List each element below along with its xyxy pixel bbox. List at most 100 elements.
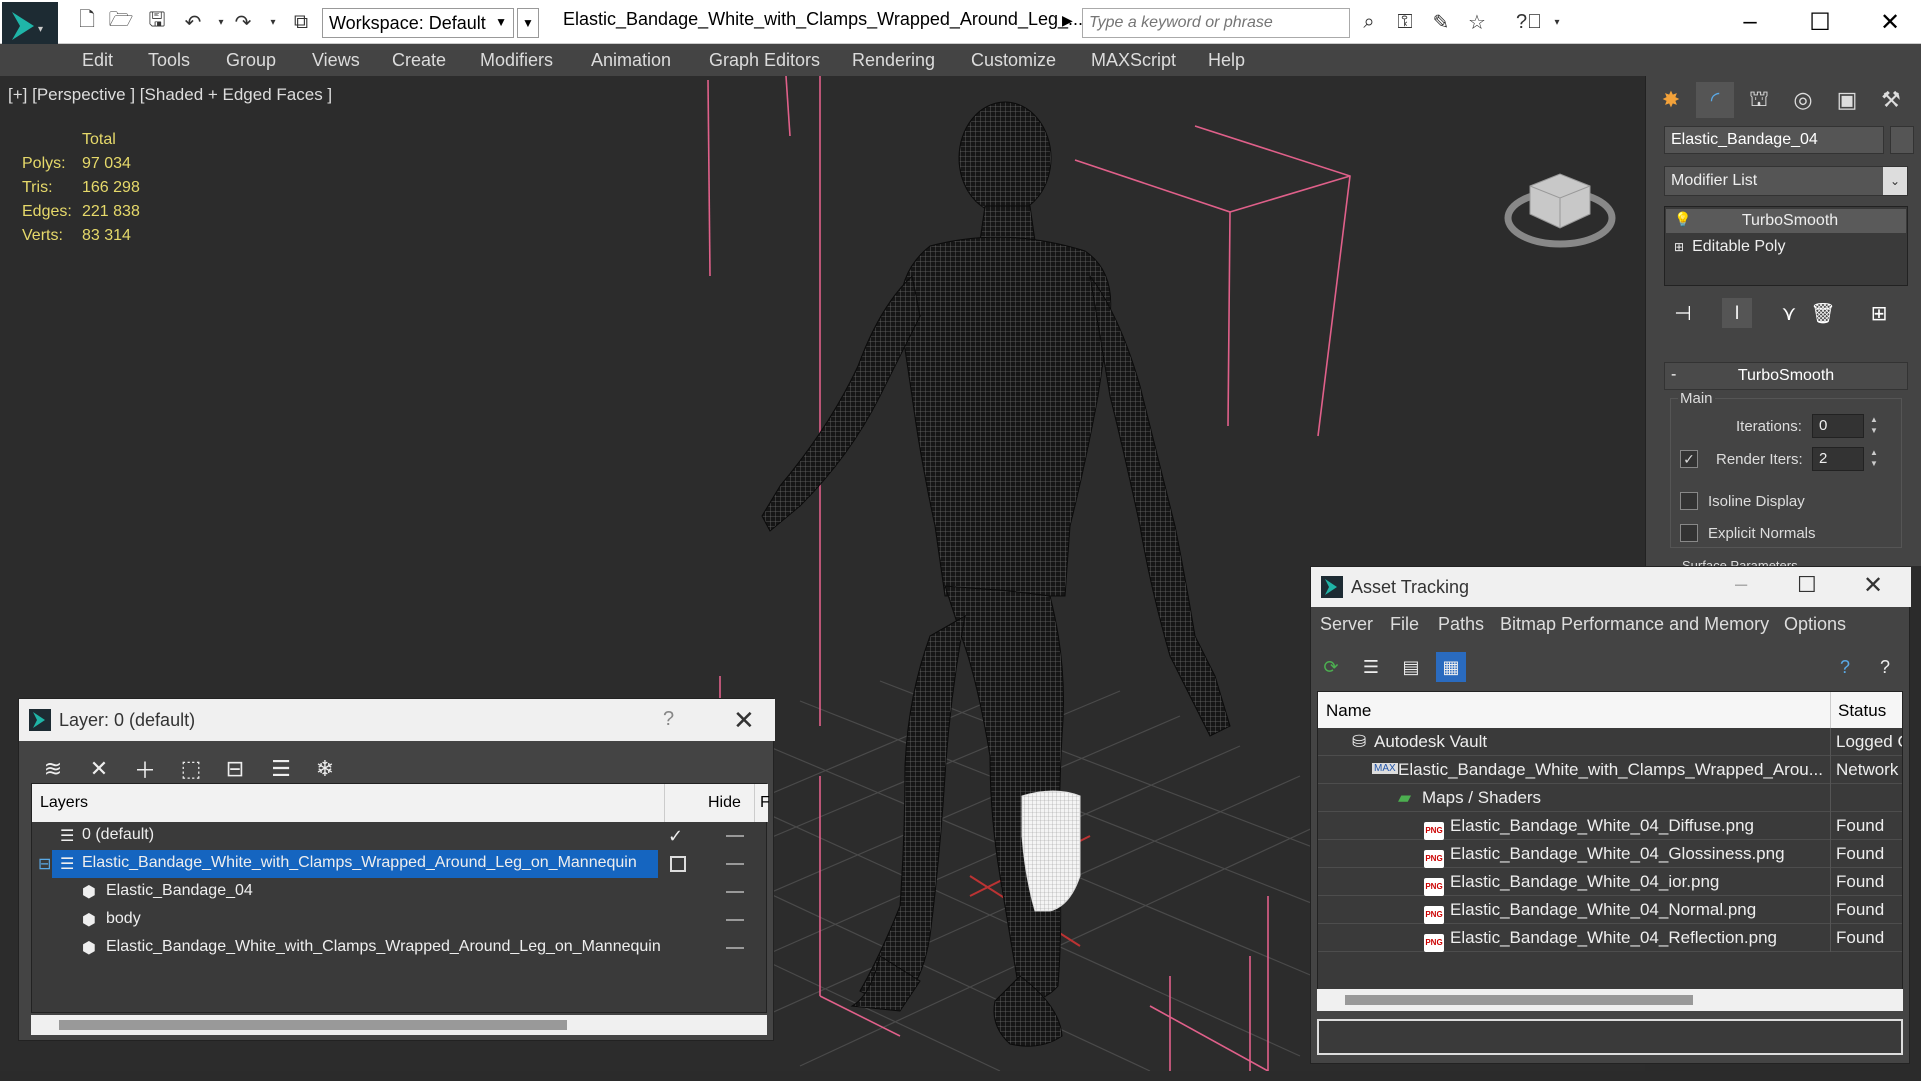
configure-modifier-sets-icon[interactable]: ⊞	[1864, 298, 1894, 328]
spinner-arrows-icon[interactable]: ▲ ▼	[1868, 414, 1880, 438]
asset-dialog-titlebar[interactable]: Asset Tracking – ☐ ✕	[1311, 567, 1911, 607]
menu-tools[interactable]: Tools	[148, 50, 190, 71]
render-iters-checkbox[interactable]: ✓	[1680, 450, 1698, 468]
help-icon[interactable]: ?⃝	[1516, 10, 1542, 34]
horizontal-scrollbar[interactable]	[31, 1015, 767, 1035]
col-status[interactable]: Status	[1838, 701, 1886, 721]
iterations-spinner[interactable]: 0	[1812, 414, 1864, 438]
layer-row-selected[interactable]: ⊟ ☰ Elastic_Bandage_White_with_Clamps_Wr…	[32, 850, 768, 878]
menu-modifiers[interactable]: Modifiers	[480, 50, 553, 71]
asset-row[interactable]: PNG Elastic_Bandage_White_04_Reflection.…	[1318, 924, 1902, 952]
hide-toggle[interactable]	[726, 947, 744, 949]
menu-maxscript[interactable]: MAXScript	[1091, 50, 1176, 71]
menu-customize[interactable]: Customize	[971, 50, 1056, 71]
redo-dropdown-icon[interactable]: ▾	[260, 10, 286, 34]
save-icon[interactable]: 🖫	[144, 9, 170, 34]
table-view-icon[interactable]: ▦	[1436, 652, 1466, 682]
new-file-icon[interactable]: 🗋	[74, 9, 100, 34]
object-color-swatch[interactable]	[1890, 126, 1914, 154]
favorites-star-icon[interactable]: ☆	[1464, 10, 1490, 34]
help-button[interactable]: ?	[663, 708, 674, 731]
show-end-result-icon[interactable]: ⏽	[1722, 298, 1752, 328]
menu-animation[interactable]: Animation	[591, 50, 671, 71]
menu-graph-editors[interactable]: Graph Editors	[709, 50, 820, 71]
hide-toggle[interactable]	[726, 919, 744, 921]
thumbnail-view-icon[interactable]: ▤	[1396, 652, 1426, 682]
hide-toggle[interactable]	[726, 891, 744, 893]
collapse-icon[interactable]: ⊟	[38, 854, 51, 874]
scrollbar-thumb[interactable]	[1345, 995, 1693, 1005]
layer-settings-icon[interactable]: ≋	[37, 753, 69, 785]
create-tab-icon[interactable]: ✸	[1652, 82, 1690, 118]
layer-dialog-titlebar[interactable]: Layer: 0 (default) ? ✕	[19, 699, 775, 741]
highlight-selected-icon[interactable]: ⊟	[219, 753, 251, 785]
render-iters-spinner[interactable]: 2	[1812, 447, 1864, 471]
asset-row[interactable]: PNG Elastic_Bandage_White_04_Diffuse.png…	[1318, 812, 1902, 840]
communication-icon[interactable]: ✎	[1428, 10, 1454, 34]
make-unique-icon[interactable]: ⋎	[1774, 298, 1804, 328]
freeze-layer-icon[interactable]: ❄	[309, 753, 341, 785]
expand-arrow-icon[interactable]: ▶	[1062, 12, 1073, 29]
asset-row[interactable]: ⛁ Autodesk Vault Logged C	[1318, 728, 1902, 756]
key-icon[interactable]: ⚿	[1392, 10, 1418, 34]
lightbulb-icon[interactable]: 💡	[1674, 211, 1691, 228]
modify-tab-icon[interactable]: ◜	[1696, 82, 1734, 118]
refresh-icon[interactable]: ⟳	[1316, 652, 1346, 682]
workspace-select[interactable]: Workspace: Default ▼	[322, 8, 514, 38]
search-input[interactable]	[1082, 8, 1350, 38]
select-layer-icon[interactable]: ⬚	[175, 753, 207, 785]
maximize-window-icon[interactable]: ☐	[1790, 4, 1850, 40]
close-icon[interactable]: ✕	[1863, 571, 1883, 600]
pin-stack-icon[interactable]: ⊣	[1668, 298, 1698, 328]
horizontal-scrollbar[interactable]	[1317, 989, 1903, 1011]
col-name[interactable]: Name	[1326, 701, 1371, 721]
hide-layer-icon[interactable]: ☰	[265, 753, 297, 785]
hide-toggle[interactable]	[726, 835, 744, 837]
help-dropdown-icon[interactable]: ▾	[1544, 10, 1570, 34]
add-layer-icon[interactable]: ＋	[129, 753, 161, 785]
col-hide[interactable]: Hide	[708, 794, 741, 812]
app-logo[interactable]: ▾	[2, 2, 58, 50]
active-layer-checkmark-icon[interactable]: ✓	[668, 826, 683, 847]
layer-row[interactable]: ☰ 0 (default) ✓	[32, 822, 768, 850]
close-icon[interactable]: ✕	[733, 705, 755, 736]
menu-edit[interactable]: Edit	[82, 50, 113, 71]
viewport-label[interactable]: [+] [Perspective ] [Shaded + Edged Faces…	[8, 85, 332, 105]
utilities-tab-icon[interactable]: ⚒	[1872, 82, 1910, 118]
object-row[interactable]: ⬢ body	[32, 906, 768, 934]
hierarchy-tab-icon[interactable]: ⛫	[1740, 82, 1778, 118]
asset-row[interactable]: ▰ Maps / Shaders	[1318, 784, 1902, 812]
list-view-icon[interactable]: ☰	[1356, 652, 1386, 682]
asset-menu-file[interactable]: File	[1390, 614, 1419, 635]
hide-toggle[interactable]	[726, 863, 744, 865]
asset-menu-server[interactable]: Server	[1320, 614, 1373, 635]
stack-item-editable-poly[interactable]: ⊞ Editable Poly	[1666, 235, 1906, 259]
turbosmooth-rollout-header[interactable]: - TurboSmooth	[1664, 362, 1908, 390]
minimize-icon[interactable]: –	[1735, 571, 1747, 597]
menu-create[interactable]: Create	[392, 50, 446, 71]
help-icon[interactable]: ?	[1830, 652, 1860, 682]
asset-row[interactable]: PNG Elastic_Bandage_White_04_Normal.png …	[1318, 896, 1902, 924]
remove-modifier-icon[interactable]: 🗑	[1808, 298, 1838, 328]
menu-help[interactable]: Help	[1208, 50, 1245, 71]
asset-menu-paths[interactable]: Paths	[1438, 614, 1484, 635]
maximize-icon[interactable]: ☐	[1797, 572, 1817, 598]
display-tab-icon[interactable]: ▣	[1828, 82, 1866, 118]
open-file-icon[interactable]: 🗁	[108, 9, 134, 34]
scrollbar-thumb[interactable]	[59, 1020, 567, 1030]
motion-tab-icon[interactable]: ◎	[1784, 82, 1822, 118]
col-f[interactable]: F	[760, 794, 770, 812]
undo-icon[interactable]: ↶	[180, 10, 206, 34]
spinner-arrows-icon[interactable]: ▲ ▼	[1868, 447, 1880, 471]
redo-icon[interactable]: ↷	[230, 10, 256, 34]
asset-row[interactable]: PNG Elastic_Bandage_White_04_ior.png Fou…	[1318, 868, 1902, 896]
binoculars-icon[interactable]: ⌕	[1356, 10, 1382, 34]
col-layers[interactable]: Layers	[40, 794, 88, 812]
workspace-menu-button[interactable]: ▼	[517, 8, 539, 38]
vault-help-icon[interactable]: ?	[1870, 652, 1900, 682]
minimize-window-icon[interactable]: –	[1720, 4, 1780, 40]
menu-group[interactable]: Group	[226, 50, 276, 71]
modifier-list-dropdown[interactable]: Modifier List ⌄	[1664, 166, 1908, 196]
isoline-display-checkbox[interactable]	[1680, 492, 1698, 510]
asset-menu-options[interactable]: Options	[1784, 614, 1846, 635]
